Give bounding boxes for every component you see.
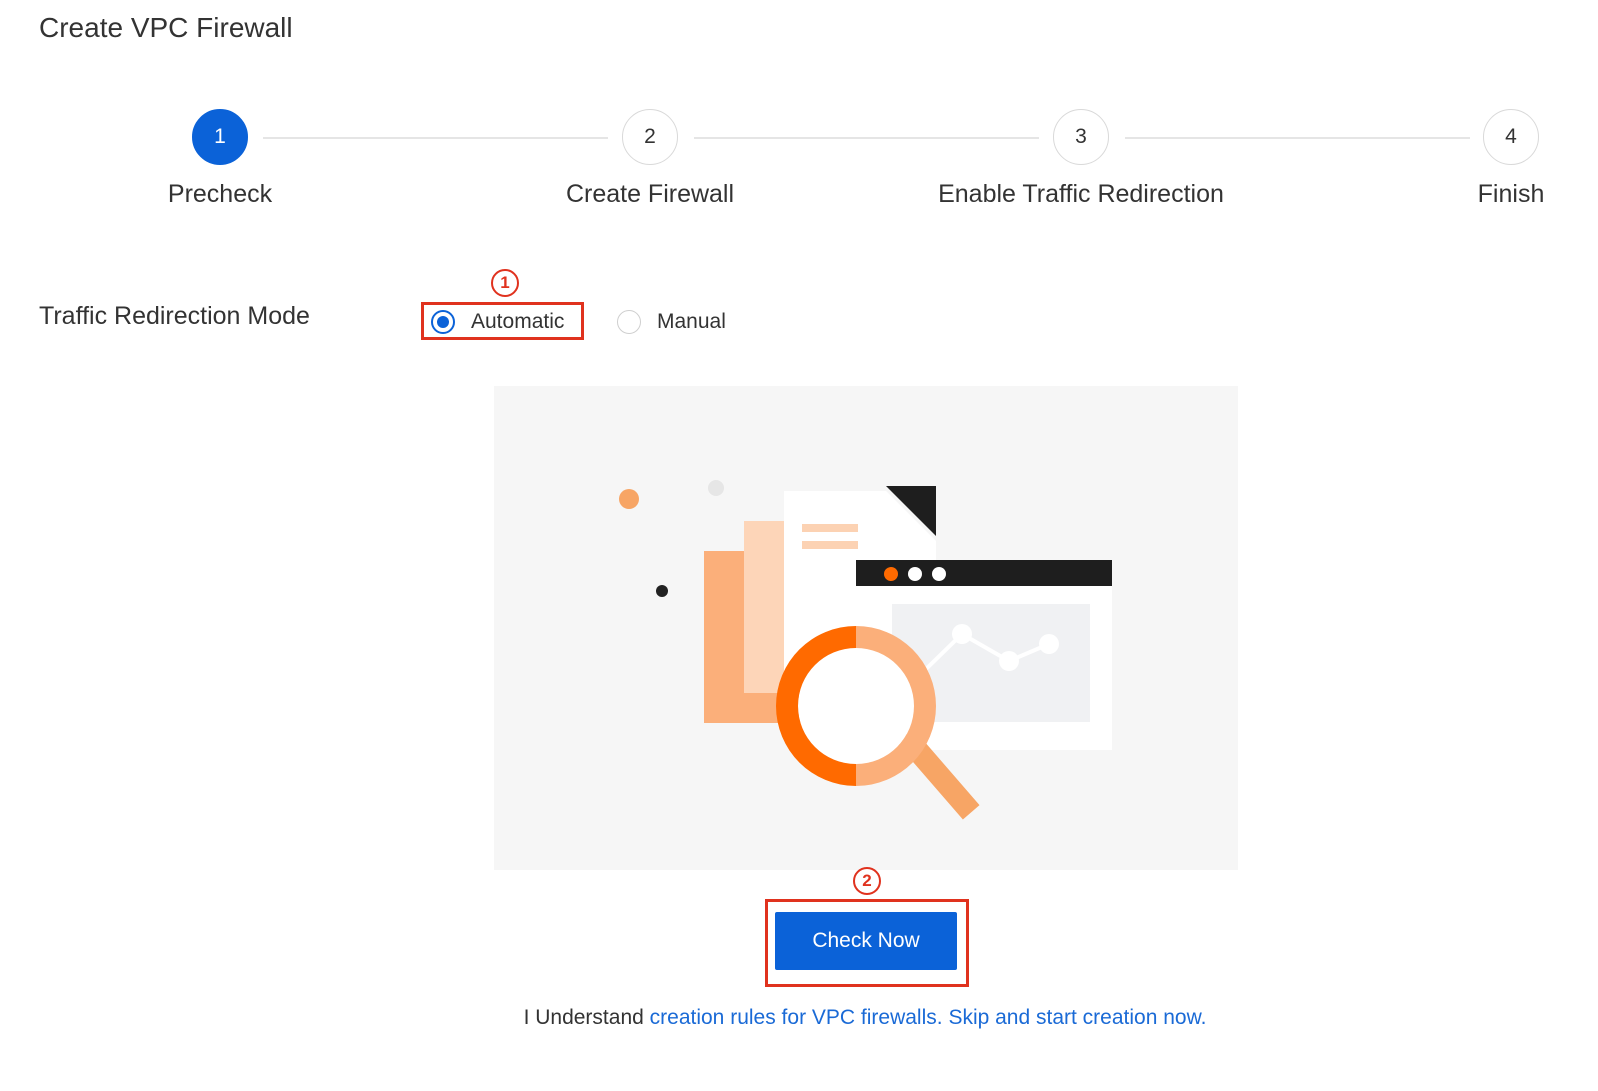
step-connector <box>1125 137 1470 139</box>
step-1-circle: 1 <box>192 109 248 165</box>
magnifier-glass <box>798 648 914 764</box>
radio-manual[interactable]: Manual <box>617 310 726 334</box>
radio-unchecked-icon[interactable] <box>617 310 641 334</box>
browser-dot-white <box>932 567 946 581</box>
step-1-label: Precheck <box>167 180 273 208</box>
chart-point <box>952 624 972 644</box>
step-4-circle: 4 <box>1483 109 1539 165</box>
chart-point <box>999 651 1019 671</box>
doc-line <box>802 524 858 532</box>
browser-dot-orange <box>884 567 898 581</box>
step-2-circle: 2 <box>622 109 678 165</box>
decor-black-dot <box>656 585 668 597</box>
step-2-label: Create Firewall <box>565 180 735 208</box>
traffic-redirection-mode-label: Traffic Redirection Mode <box>39 302 310 330</box>
radio-automatic[interactable]: Automatic <box>431 310 564 334</box>
footer-prefix: I Understand <box>523 1006 644 1029</box>
step-3-circle: 3 <box>1053 109 1109 165</box>
precheck-illustration <box>494 386 1238 870</box>
decor-orange-dot <box>619 489 639 509</box>
radio-manual-label[interactable]: Manual <box>657 310 726 334</box>
decor-gray-dot <box>708 480 724 496</box>
radio-checked-icon[interactable] <box>431 310 455 334</box>
annotation-badge-2: 2 <box>853 867 881 895</box>
radio-automatic-label[interactable]: Automatic <box>471 310 564 334</box>
browser-dot-white <box>908 567 922 581</box>
step-3-label: Enable Traffic Redirection <box>938 180 1224 208</box>
annotation-badge-1: 1 <box>491 269 519 297</box>
creation-rules-link[interactable]: creation rules for VPC firewalls. <box>650 1006 943 1029</box>
step-progress: 1 2 3 4 Precheck Create Firewall Enable … <box>0 0 1598 230</box>
doc-line <box>802 541 858 549</box>
check-now-button[interactable]: Check Now <box>775 912 957 970</box>
chart-point <box>1039 634 1059 654</box>
step-connector <box>694 137 1039 139</box>
footer-confirmation-text: I Understand creation rules for VPC fire… <box>0 1006 1598 1030</box>
magnifier-document-illustration <box>619 480 1112 820</box>
step-connector <box>263 137 608 139</box>
skip-creation-link[interactable]: Skip and start creation now. <box>948 1006 1206 1029</box>
step-4-label: Finish <box>1477 180 1545 208</box>
